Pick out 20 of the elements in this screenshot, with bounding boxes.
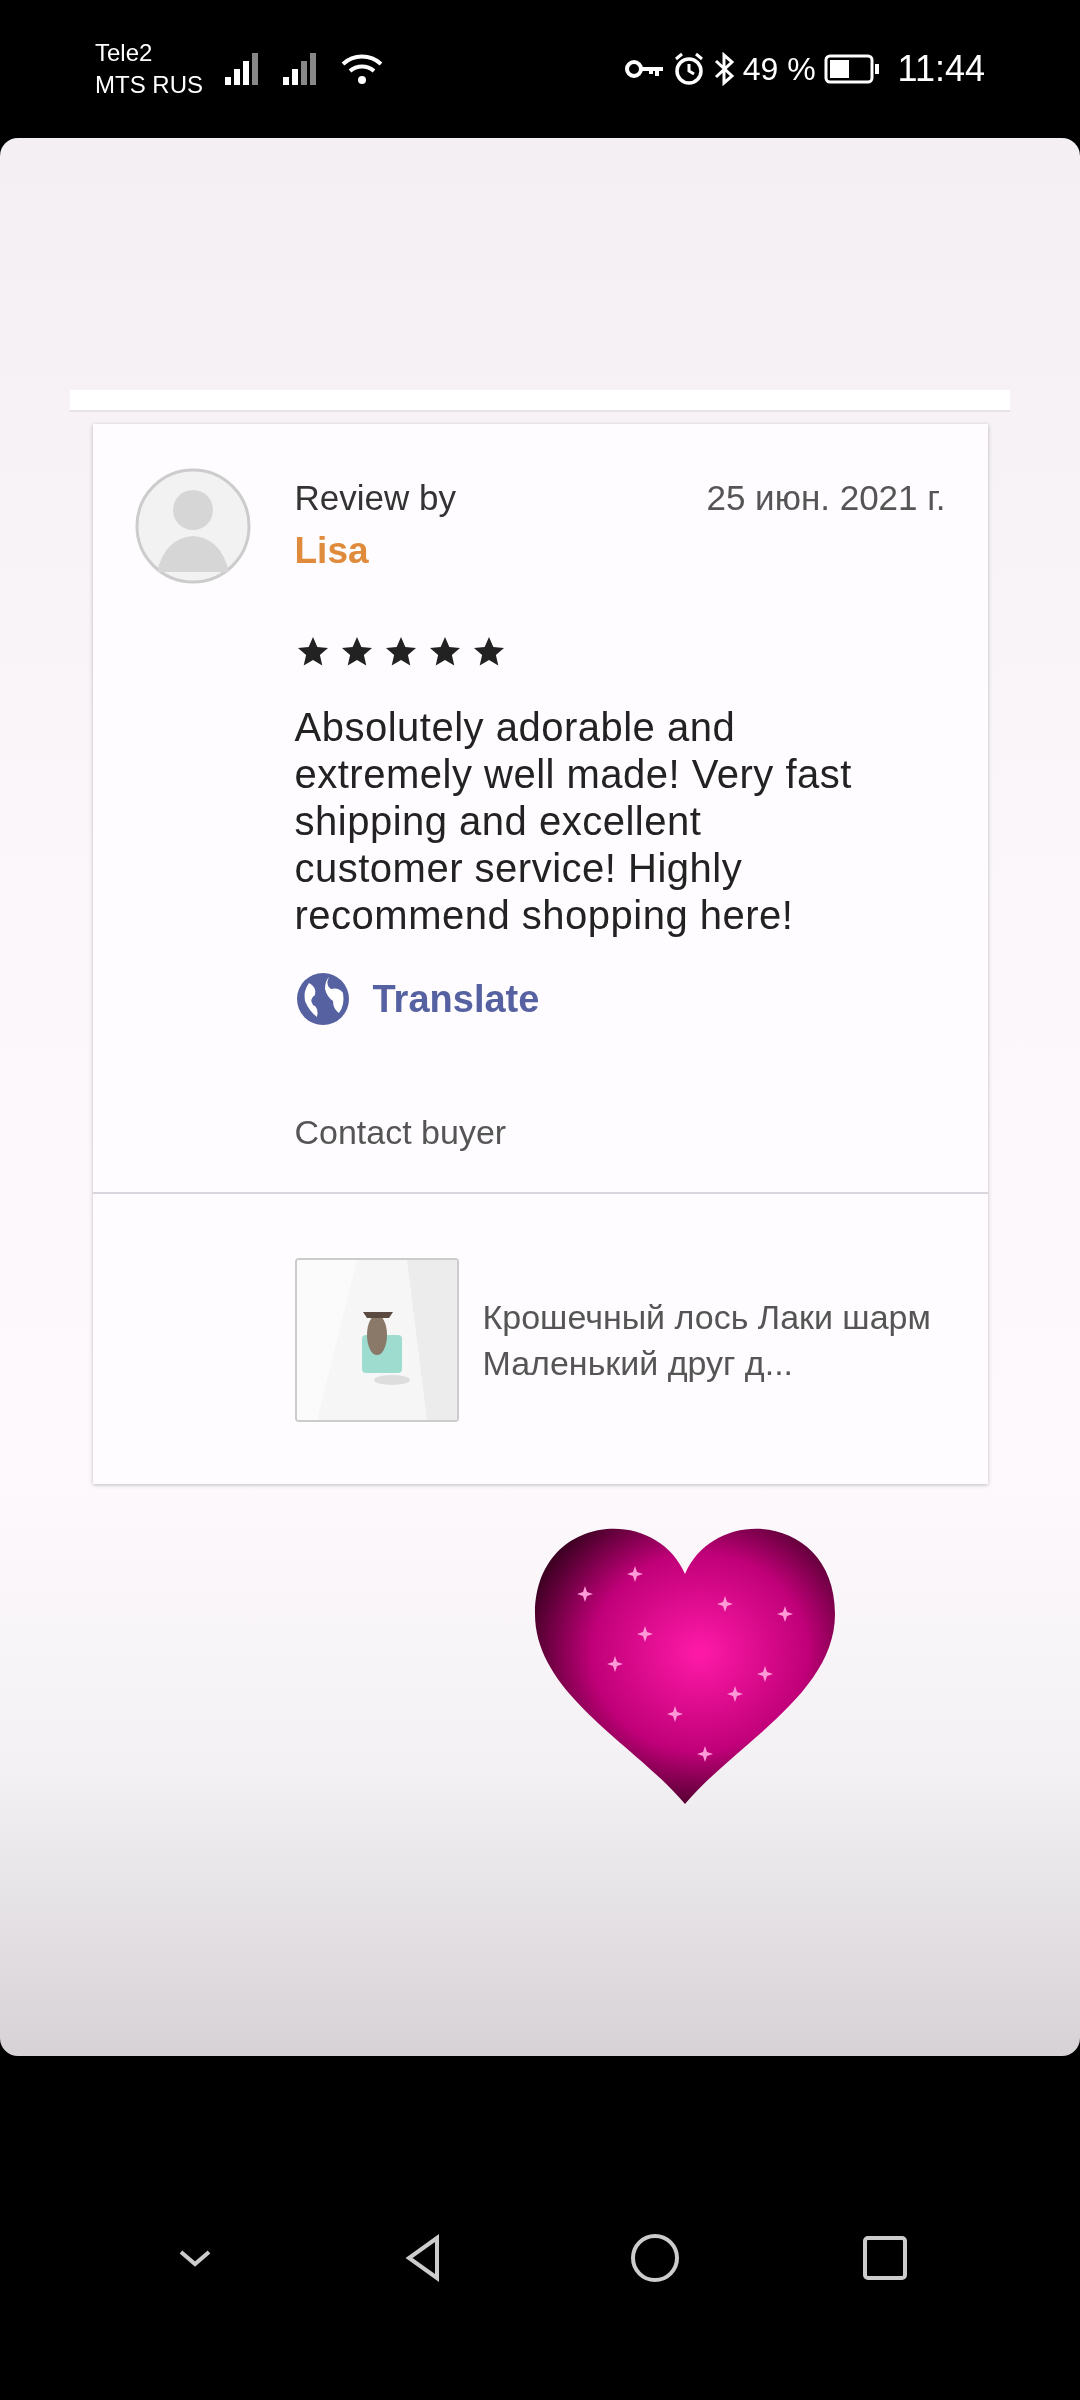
review-by-label: Review by (294, 478, 456, 518)
signal-icon (225, 53, 261, 85)
review-text: Absolutely adorable and extremely well made! Very fast shipping and excellent customer service! Highly recommend shopping here! (294, 704, 853, 939)
key-icon (624, 58, 665, 80)
bluetooth-icon (712, 52, 735, 86)
battery-percent: 49 % (742, 50, 816, 88)
carrier-name: MTS RUS (95, 70, 203, 100)
avatar-icon (134, 468, 251, 584)
alarm-icon (672, 52, 705, 86)
author-name: Lisa (294, 530, 369, 572)
review-date: 25 июн. 2021 г. (706, 478, 946, 518)
carrier-name: Tele2 (95, 38, 154, 68)
globe-icon (294, 971, 351, 1027)
contact-buyer-link[interactable]: Contact buyer (294, 1113, 507, 1152)
clock-time: 11:44 (897, 48, 985, 90)
signal-icon (283, 53, 319, 85)
product-title-link[interactable]: Крошечный лось Лаки шарм Маленький друг д... (482, 1294, 943, 1386)
battery-icon (823, 54, 880, 84)
wifi-icon (341, 52, 383, 86)
translate-link[interactable]: Translate (294, 971, 540, 1027)
